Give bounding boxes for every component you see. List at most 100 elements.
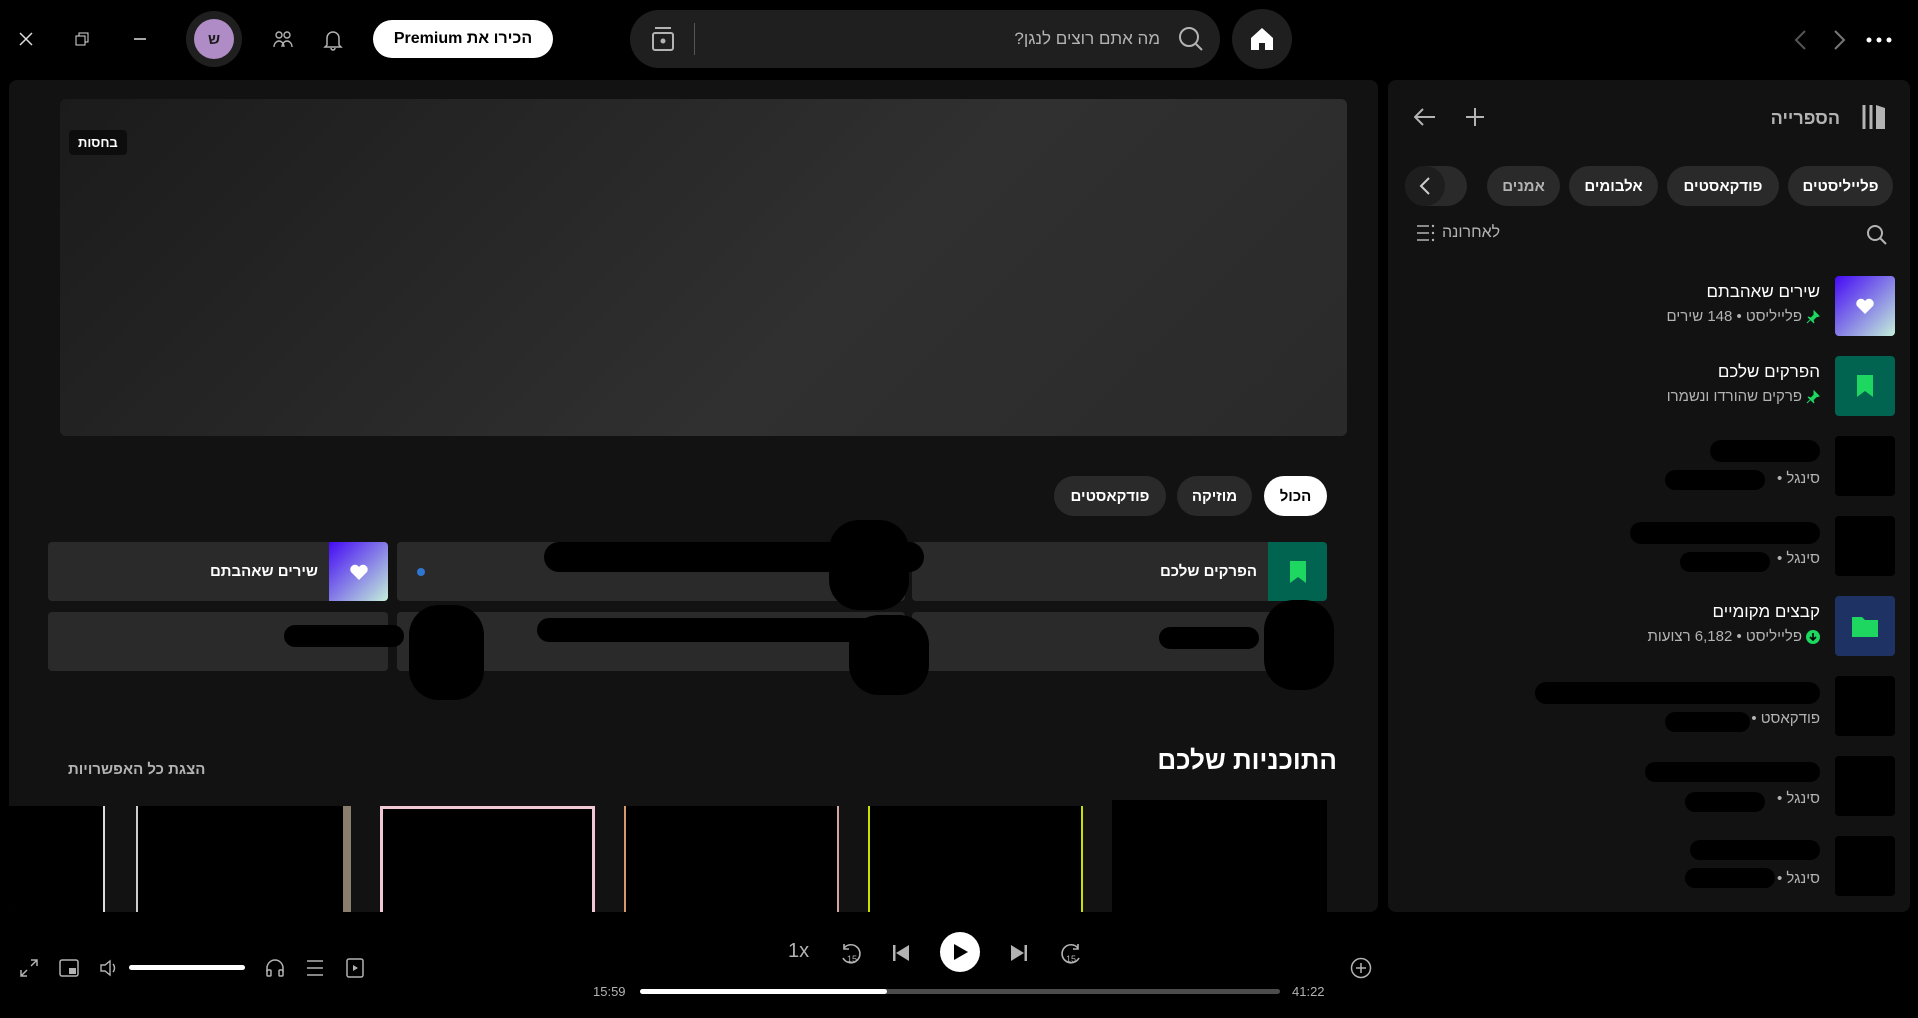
redaction [1710,440,1820,462]
search-bar[interactable] [630,10,1220,68]
redaction [1645,762,1820,782]
item-title: קבצים מקומיים [1712,602,1820,621]
close-window-icon[interactable] [14,27,38,51]
redaction [849,615,929,695]
add-to-library-icon[interactable] [1348,955,1374,981]
new-dot-indicator [417,568,425,576]
redaction [1535,682,1820,704]
item-subtitle: סינגל • [1777,550,1820,567]
show-all-link[interactable]: הצגת כל האפשרויות [68,761,205,778]
scroll-chips-left-button[interactable] [1405,166,1445,206]
item-subtitle: סינגל • [1777,470,1820,487]
library-chip-artists[interactable]: אמנים [1487,166,1560,206]
filter-chip-all[interactable]: הכול [1264,476,1327,516]
more-options-icon[interactable] [1864,28,1894,52]
skip-back-label: 15 [847,954,857,964]
redaction [1680,552,1770,572]
redaction [1665,470,1765,490]
playback-speed-button[interactable]: 1x [788,940,809,963]
redaction [409,605,484,700]
avatar: ש [194,19,234,59]
library-item-liked-songs[interactable]: שירים שאהבתם פלייליסט • 148 שירים [1400,276,1895,352]
library-item-your-episodes[interactable]: הפרקים שלכם פרקים שהורדו ונשמרו [1400,356,1895,432]
redaction [829,520,909,610]
item-title: שירים שאהבתם [1706,282,1820,301]
filter-chip-music[interactable]: מוזיקה [1177,476,1252,516]
back-arrow-icon[interactable] [1788,26,1812,54]
skip-forward-label: 15 [1066,954,1076,964]
total-time: 41:22 [1292,984,1325,999]
sort-dropdown[interactable]: לאחרונה [1416,224,1500,242]
filter-chip-podcasts[interactable]: פודקאסטים [1054,476,1166,516]
volume-icon[interactable] [96,955,122,981]
search-input[interactable] [710,22,1160,56]
search-library-icon[interactable] [1864,222,1890,248]
play-button[interactable] [940,932,980,972]
show-card[interactable] [9,806,105,912]
connect-device-icon[interactable] [262,955,288,981]
skip-forward-15-button[interactable]: 15 [1056,940,1086,970]
profile-button[interactable]: ש [186,11,242,67]
progress-bar[interactable] [640,989,1280,994]
elapsed-time: 15:59 [593,984,626,999]
card-label: שירים שאהבתם [209,563,318,580]
volume-fill [129,965,245,970]
item-subtitle: פודקאסט • [1751,710,1820,727]
now-playing-view-icon[interactable] [342,955,368,981]
friend-activity-icon[interactable] [270,27,296,53]
miniplayer-icon[interactable] [56,955,82,981]
shortcut-card-your-episodes[interactable]: הפרקים שלכם [912,542,1327,601]
library-chip-playlists[interactable]: פלייליסטים [1788,166,1893,206]
library-chip-albums[interactable]: אלבומים [1569,166,1658,206]
bookmark-icon [1289,560,1306,583]
play-icon [954,944,968,960]
item-subtitle: פלייליסט • 148 שירים [1666,308,1802,325]
library-icon[interactable] [1860,102,1888,132]
shortcut-card-liked-songs[interactable]: שירים שאהבתם [48,542,388,601]
redaction [1685,792,1765,812]
item-subtitle: סינגל • [1777,870,1820,887]
previous-button[interactable] [888,940,914,966]
redaction [1690,840,1820,860]
item-subtitle: פלייליסט • 6,182 רצועות [1647,628,1802,645]
redaction [1685,868,1775,888]
progress-fill [640,989,888,994]
show-card[interactable] [1112,800,1327,912]
library-item-local-files[interactable]: קבצים מקומיים פלייליסט • 6,182 רצועות [1400,596,1895,672]
heart-icon [1856,298,1874,314]
section-title[interactable]: התוכניות שלכם [1157,745,1337,776]
show-card[interactable] [624,806,839,912]
folder-icon [1852,617,1878,637]
item-subtitle: פרקים שהורדו ונשמרו [1666,388,1802,405]
downloaded-icon [1806,629,1820,644]
browse-icon[interactable] [648,24,678,54]
queue-icon[interactable] [302,955,328,981]
bookmark-icon [1857,375,1873,397]
item-subtitle: סינגל • [1777,790,1820,807]
restore-window-icon[interactable] [70,27,94,51]
explore-premium-button[interactable]: הכירו את Premium [373,20,553,58]
sort-label: לאחרונה [1442,224,1501,241]
create-plus-icon[interactable] [1462,104,1488,130]
library-title[interactable]: הספרייה [1771,108,1840,129]
search-divider [694,23,695,55]
home-icon [1251,28,1273,50]
pin-icon [1806,389,1820,403]
library-item-single[interactable]: סינגל • [1400,836,1895,912]
volume-slider[interactable] [129,965,245,970]
sponsored-banner[interactable] [60,99,1347,436]
show-card[interactable] [380,806,595,912]
home-button[interactable] [1232,9,1292,69]
minimize-window-icon[interactable] [128,27,152,51]
skip-back-15-button[interactable]: 15 [836,940,866,970]
next-button[interactable] [1006,940,1032,966]
notifications-bell-icon[interactable] [320,27,346,53]
show-card[interactable] [136,806,351,912]
fullscreen-icon[interactable] [16,955,42,981]
show-card[interactable] [868,806,1083,912]
back-arrow-icon[interactable] [1412,104,1438,130]
library-item-single[interactable]: סינגל • [1400,436,1895,512]
forward-arrow-icon[interactable] [1828,26,1852,54]
redaction [1159,627,1259,649]
library-chip-podcasts[interactable]: פודקאסטים [1667,166,1779,206]
